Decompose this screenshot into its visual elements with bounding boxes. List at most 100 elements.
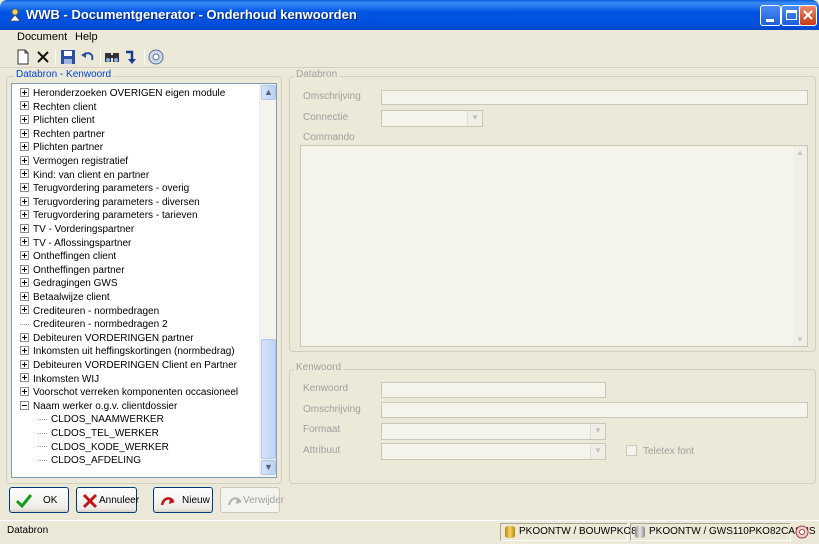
tree-item[interactable]: CLDOS_KODE_WERKER [38,441,169,454]
new-document-icon[interactable] [15,49,31,65]
tree-item[interactable]: Crediteuren - normbedragen [20,305,159,318]
tree-connector [38,419,47,421]
expand-icon[interactable] [20,346,29,356]
minimize-button[interactable] [760,5,781,26]
tree-item[interactable]: Ontheffingen client [20,250,116,263]
connectie-dropdown[interactable]: ▼ [381,110,483,127]
expand-icon[interactable] [20,278,29,288]
tree-item[interactable]: Debiteuren VORDERINGEN partner [20,332,194,345]
tree-item[interactable]: Debiteuren VORDERINGEN Client en Partner [20,359,237,372]
tree-item[interactable]: Heronderzoeken OVERIGEN eigen module [20,87,225,100]
expand-icon[interactable] [20,169,29,179]
tree-item[interactable]: Crediteuren - normbedragen 2 [20,318,168,331]
tree-item[interactable]: Inkomsten WIJ [20,373,99,386]
tree-item[interactable]: Inkomsten uit heffingskortingen (normbed… [20,345,235,358]
kenwoord-input[interactable] [381,382,606,398]
delete-icon[interactable] [35,49,51,65]
expand-icon[interactable] [20,196,29,206]
expand-icon[interactable] [20,291,29,301]
status-connection-2-text: PKOONTW / GWS110PKO82CASUS [649,526,816,537]
tree-item[interactable]: CLDOS_AFDELING [38,454,141,467]
tree-item[interactable]: Gedragingen GWS [20,277,118,290]
tree-item-label: Ontheffingen client [33,251,117,263]
new-arrow-icon [160,497,175,506]
expand-icon[interactable] [20,359,29,369]
chevron-down-icon[interactable]: ▼ [590,424,605,439]
tree-item[interactable]: Betaalwijze client [20,291,110,304]
tree-item-label: Terugvordering parameters - tarieven [33,210,198,222]
ok-button[interactable]: OK [9,487,69,513]
delete-arrow-icon [228,497,242,506]
tree-item[interactable]: Voorschot verreken komponenten occasione… [20,386,238,399]
expand-icon[interactable] [20,332,29,342]
database-icon[interactable] [148,49,164,65]
tree-item[interactable]: Kind: van client en partner [20,169,149,182]
scroll-down-icon[interactable]: ▼ [796,335,804,344]
formaat-dropdown[interactable]: ▼ [381,423,606,440]
tree-item[interactable]: Plichten partner [20,141,103,154]
expand-icon[interactable] [20,101,29,111]
databron-omschrijving-input[interactable] [381,90,808,105]
expand-icon[interactable] [20,373,29,383]
tree-item[interactable]: Terugvordering parameters - diversen [20,196,200,209]
tree-item[interactable]: CLDOS_NAAMWERKER [38,413,164,426]
scroll-up-icon[interactable]: ▲ [796,148,804,157]
tree-item[interactable]: CLDOS_TEL_WERKER [38,427,159,440]
commando-textarea[interactable]: ▲ ▼ [300,145,808,347]
attribuut-dropdown[interactable]: ▼ [381,443,606,460]
expand-icon[interactable] [20,155,29,165]
commando-scrollbar[interactable]: ▲ ▼ [793,146,807,346]
collapse-icon[interactable] [20,400,29,410]
goto-icon[interactable] [124,49,140,65]
tree-scrollbar[interactable]: ▲ ▼ [259,84,276,477]
scroll-thumb[interactable] [261,339,276,459]
expand-icon[interactable] [20,223,29,233]
tree-item[interactable]: Terugvordering parameters - tarieven [20,209,198,222]
expand-icon[interactable] [20,387,29,397]
tree-item-label: Inkomsten uit heffingskortingen (normbed… [33,346,235,358]
tree-item[interactable]: Vermogen registratief [20,155,128,168]
databron-tree[interactable]: Heronderzoeken OVERIGEN eigen module Rech… [11,83,277,478]
verwijder-button[interactable]: Verwijder [220,487,284,513]
tree-item[interactable]: TV - Vorderingspartner [20,223,134,236]
expand-icon[interactable] [20,128,29,138]
kenwoord-omschrijving-input[interactable] [381,402,808,418]
tree-item-label: CLDOS_KODE_WERKER [51,441,169,453]
scroll-up-icon[interactable]: ▲ [261,85,276,100]
teletex-checkbox[interactable] [626,445,637,456]
expand-icon[interactable] [20,264,29,274]
expand-icon[interactable] [20,183,29,193]
tree-item[interactable]: TV - Aflossingspartner [20,237,131,250]
tree-group-title: Databron - Kenwoord [14,69,114,80]
tree-item[interactable]: Naam werker o.g.v. clientdossier [20,400,177,413]
tree-item[interactable]: Ontheffingen partner [20,264,125,277]
tree-item[interactable]: Plichten client [20,114,95,127]
menu-help[interactable]: Help [75,31,98,43]
tree-item[interactable]: Rechten client [20,101,96,114]
expand-icon[interactable] [20,305,29,315]
tree-item-label: TV - Aflossingspartner [33,237,132,249]
status-bar: Databron PKOONTW / BOUWPKO82 PKOONTW / G… [0,520,819,544]
expand-icon[interactable] [20,237,29,247]
save-icon[interactable] [60,49,76,65]
tree-item[interactable]: Rechten partner [20,128,105,141]
status-settings-icon[interactable] [795,525,809,539]
expand-icon[interactable] [20,115,29,125]
tree-item[interactable]: Terugvordering parameters - overig [20,182,189,195]
expand-icon[interactable] [20,87,29,97]
close-button[interactable] [799,5,817,26]
nieuw-button[interactable]: Nieuw [153,487,213,513]
ok-label: OK [43,495,58,506]
tree-item-label: Naam werker o.g.v. clientdossier [33,400,178,412]
scroll-down-icon[interactable]: ▼ [261,460,276,475]
menu-document[interactable]: Document [17,31,67,43]
expand-icon[interactable] [20,251,29,261]
find-icon[interactable] [104,49,120,65]
expand-icon[interactable] [20,210,29,220]
undo-icon[interactable] [80,49,96,65]
app-icon [9,8,21,22]
chevron-down-icon[interactable]: ▼ [467,111,482,126]
chevron-down-icon[interactable]: ▼ [590,444,605,459]
expand-icon[interactable] [20,142,29,152]
annuleer-button[interactable]: Annuleer [76,487,139,513]
